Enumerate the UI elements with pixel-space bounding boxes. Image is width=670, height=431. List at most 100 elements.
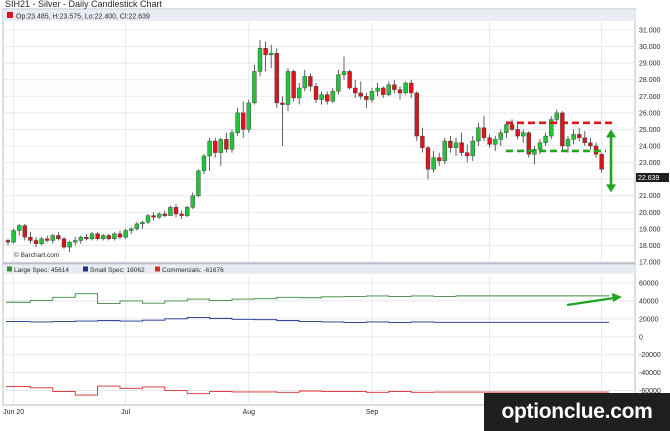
candle-body: [336, 74, 341, 92]
candle-body: [431, 157, 436, 170]
candle-body: [22, 225, 27, 238]
price-tick-label: 29.000: [639, 61, 661, 68]
legend-label-large-spec: Large Spec: 45614: [14, 267, 69, 274]
candle-body: [145, 215, 151, 223]
optionclue-watermark: optionclue.com: [484, 393, 670, 431]
candle-body: [470, 140, 475, 157]
candle-body: [347, 71, 352, 89]
candle-body: [358, 92, 363, 97]
price-tick-label: 31.000: [639, 28, 661, 35]
legend-swatch-commercials: [155, 266, 160, 272]
candle-body: [11, 230, 16, 243]
candle-body: [128, 228, 134, 231]
candle-body: [325, 94, 330, 102]
candle-body: [285, 71, 291, 105]
candle-body: [156, 213, 162, 218]
price-tick-label: 30.000: [639, 44, 661, 51]
candle-body: [240, 112, 246, 130]
price-tick-label: 23.000: [639, 160, 661, 167]
candle: [229, 129, 235, 153]
date-tick-label: Jul: [121, 409, 130, 416]
candle-body: [381, 87, 386, 95]
candle-body: [123, 230, 128, 238]
candle: [347, 69, 352, 90]
candle-body: [554, 112, 559, 120]
price-tick-label: 28.000: [639, 77, 661, 84]
price-tick-label: 26.000: [639, 110, 661, 117]
candle-body: [308, 76, 313, 87]
candle: [61, 237, 67, 249]
candle: [291, 69, 296, 102]
candle: [123, 228, 128, 239]
candle: [145, 213, 151, 224]
candle-body: [235, 112, 240, 133]
candle-body: [168, 207, 173, 216]
candle-body: [465, 152, 470, 157]
legend-swatch-large-spec: [7, 266, 12, 272]
legend-swatch-small-spec: [83, 266, 88, 272]
candle: [442, 137, 447, 165]
candle-body: [184, 207, 190, 216]
candle-body: [50, 235, 55, 241]
candle-body: [95, 233, 100, 239]
candle-body: [599, 154, 604, 170]
candle-body: [246, 102, 252, 130]
candle-body: [353, 87, 358, 94]
candle-body: [414, 92, 419, 137]
candle-body: [297, 87, 302, 99]
price-tick-label: 19.000: [639, 226, 661, 233]
price-tick-label: 20.000: [639, 210, 661, 217]
candle-body: [565, 139, 571, 147]
candle-body: [571, 134, 576, 140]
candle-body: [229, 132, 235, 150]
candle-body: [403, 82, 408, 94]
candle-body: [459, 142, 464, 153]
candle-body: [173, 207, 179, 215]
cot-tick-label: 40000: [639, 298, 659, 305]
candle-body: [509, 124, 515, 130]
candle-body: [196, 170, 201, 196]
candle: [184, 205, 190, 218]
candle-body: [17, 225, 22, 231]
date-tick-label: Sep: [366, 409, 379, 416]
candle-body: [386, 84, 391, 95]
candle-body: [224, 139, 229, 150]
candle-body: [453, 142, 459, 148]
candle-body: [269, 53, 274, 56]
candle-body: [212, 140, 218, 153]
candle: [526, 131, 531, 158]
candle-body: [481, 127, 487, 138]
candle-body: [437, 157, 442, 162]
candle-body: [330, 91, 335, 102]
candle: [403, 81, 408, 95]
chart-page: SIH21 - Silver - Daily Candlestick Chart…: [0, 0, 670, 431]
candlestick-chart: SIH21 - Silver - Daily Candlestick Chart…: [2, 0, 669, 416]
candle-body: [521, 132, 526, 137]
candle-body: [67, 241, 72, 248]
candle-body: [487, 137, 492, 145]
candle-body: [274, 53, 279, 104]
last-price-marker: 22.639: [636, 173, 669, 182]
candle-body: [207, 140, 212, 157]
price-tick-label: 25.000: [639, 127, 661, 134]
candle: [11, 228, 16, 244]
candle-body: [33, 240, 39, 244]
candle-body: [392, 84, 397, 90]
cot-tick-label: 0: [639, 334, 643, 341]
candle-body: [397, 89, 403, 94]
candle-body: [201, 155, 207, 172]
candle-body: [117, 233, 123, 238]
price-axis-ticks: 31.000 30.000 29.000 28.000 27.000 26.000 25.0…: [639, 28, 661, 267]
candle-body: [291, 71, 296, 99]
candle-body: [319, 94, 324, 100]
last-price-label: 22.639: [638, 175, 660, 182]
candle: [274, 48, 279, 108]
date-tick-label: Aug: [243, 409, 256, 416]
candle-body: [493, 139, 498, 145]
candle-body: [364, 96, 369, 100]
candle-body: [420, 135, 425, 148]
candle-body: [448, 140, 453, 148]
candle-body: [341, 71, 347, 75]
candle-body: [5, 240, 11, 243]
legend-label-commercials: Commercials: -61676: [162, 267, 224, 274]
